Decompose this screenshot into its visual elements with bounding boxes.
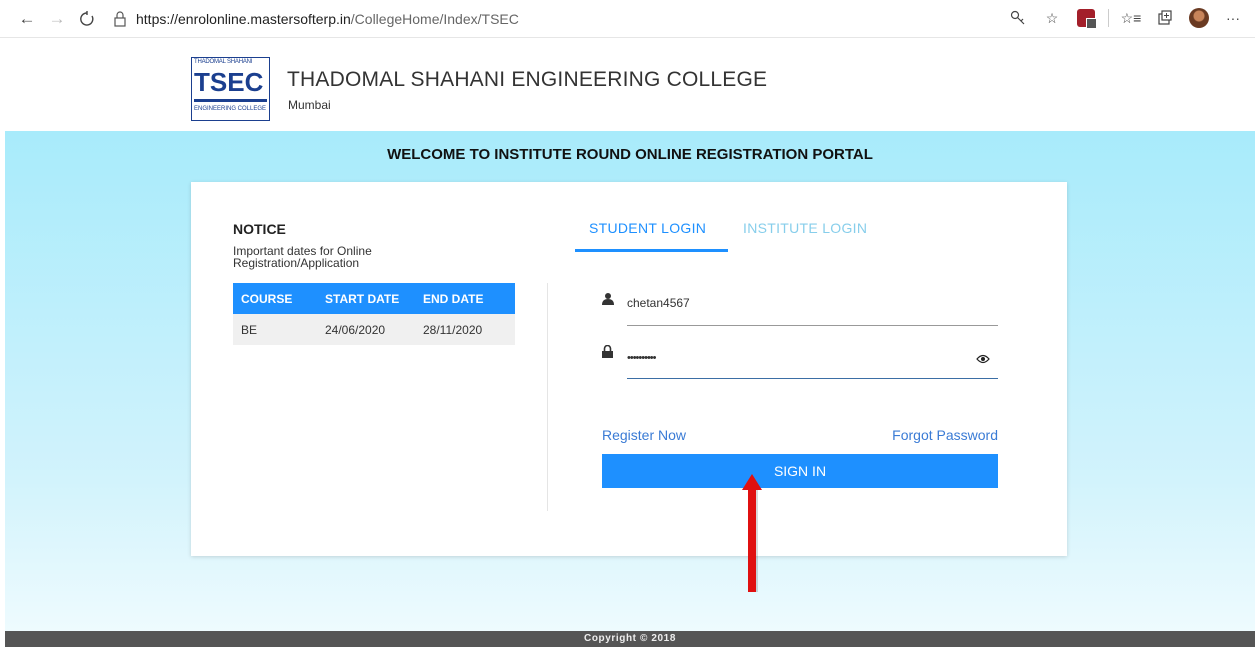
notice-subtitle: Important dates for Online Registration/… — [233, 244, 372, 270]
active-tab-indicator — [575, 249, 728, 252]
sign-in-label: SIGN IN — [773, 463, 827, 479]
lock-icon — [602, 344, 616, 359]
url-path: /CollegeHome/Index/TSEC — [350, 10, 519, 27]
username-value[interactable]: chetan4567 — [627, 296, 690, 310]
column-start-date: START DATE — [325, 283, 423, 314]
main-section: WELCOME TO INSTITUTE ROUND ONLINE REGIST… — [5, 131, 1255, 631]
password-value[interactable]: •••••••••• — [627, 352, 656, 364]
key-icon[interactable] — [1006, 4, 1030, 32]
table-row: BE 24/06/2020 28/11/2020 — [233, 314, 515, 345]
password-field[interactable]: •••••••••• — [602, 339, 998, 379]
logo-main-text: TSEC — [194, 67, 264, 97]
password-underline — [627, 378, 998, 379]
cell-end-date: 28/11/2020 — [423, 314, 515, 345]
red-arrow-annotation — [742, 474, 762, 592]
vertical-divider — [547, 283, 548, 511]
logo-bottom-text: ENGINEERING COLLEGE — [194, 106, 267, 112]
table-header-row: COURSE START DATE END DATE — [233, 283, 515, 314]
cell-start-date: 24/06/2020 — [325, 314, 423, 345]
user-icon — [602, 292, 616, 306]
refresh-icon[interactable] — [72, 4, 102, 34]
login-card: NOTICE Important dates for Online Regist… — [191, 182, 1067, 556]
favorites-icon[interactable]: ☆≡ — [1119, 4, 1143, 32]
column-end-date: END DATE — [423, 283, 515, 314]
tab-student-login[interactable]: STUDENT LOGIN — [589, 220, 706, 236]
logo-bar — [194, 99, 267, 102]
forward-icon[interactable]: → — [42, 4, 72, 34]
url-host: https://enrolonline.mastersofterp.in — [136, 10, 351, 27]
site-header: THADOMAL SHAHANI TSEC ENGINEERING COLLEG… — [0, 38, 1255, 131]
register-now-link[interactable]: Register Now — [602, 427, 686, 443]
extension-icon[interactable] — [1074, 4, 1098, 32]
notice-title: NOTICE — [233, 221, 286, 237]
username-field[interactable]: chetan4567 — [602, 286, 998, 326]
college-city: Mumbai — [288, 98, 331, 112]
star-icon[interactable]: ☆ — [1040, 4, 1064, 32]
dates-table: COURSE START DATE END DATE BE 24/06/2020… — [233, 283, 515, 345]
college-logo: THADOMAL SHAHANI TSEC ENGINEERING COLLEG… — [191, 57, 270, 121]
welcome-banner: WELCOME TO INSTITUTE ROUND ONLINE REGIST… — [387, 146, 873, 163]
back-icon[interactable]: ← — [12, 4, 42, 34]
profile-avatar[interactable] — [1187, 4, 1211, 32]
url-text: https://enrolonline.mastersofterp.in/Col… — [136, 11, 519, 27]
cell-course: BE — [233, 314, 325, 345]
logo-top-text: THADOMAL SHAHANI — [194, 59, 253, 65]
forgot-password-link[interactable]: Forgot Password — [886, 427, 998, 443]
collections-icon[interactable] — [1153, 4, 1177, 32]
college-name: THADOMAL SHAHANI ENGINEERING COLLEGE — [287, 68, 768, 91]
browser-toolbar: ← → https://enrolonline.mastersofterp.in… — [0, 0, 1255, 38]
lock-icon — [110, 9, 130, 29]
column-course: COURSE — [233, 283, 325, 314]
address-bar[interactable]: https://enrolonline.mastersofterp.in/Col… — [110, 9, 519, 29]
copyright-text: Copyright © 2018 — [584, 633, 676, 644]
footer: Copyright © 2018 — [5, 631, 1255, 647]
tab-institute-login[interactable]: INSTITUTE LOGIN — [743, 220, 867, 236]
show-password-icon[interactable] — [976, 351, 990, 369]
sign-in-button[interactable]: SIGN IN — [602, 454, 998, 488]
username-underline — [627, 325, 998, 326]
toolbar-separator — [1108, 9, 1109, 27]
more-icon[interactable]: ··· — [1221, 4, 1245, 32]
